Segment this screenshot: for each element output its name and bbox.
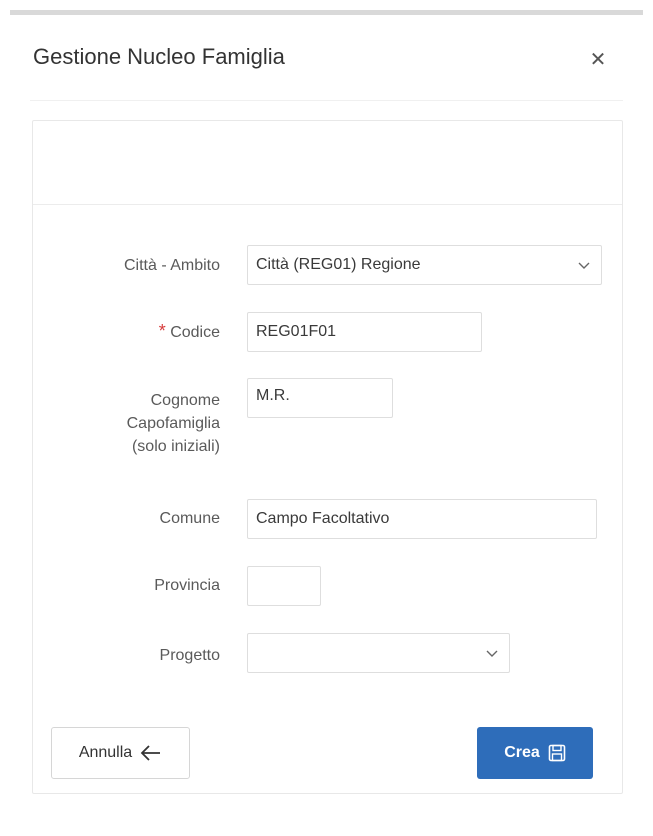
chevron-down-icon xyxy=(486,650,498,657)
card-header xyxy=(33,121,622,205)
close-icon: ✕ xyxy=(589,48,607,71)
cancel-button[interactable]: Annulla xyxy=(51,727,190,779)
progetto-select[interactable] xyxy=(247,633,510,673)
cognome-input[interactable]: M.R. xyxy=(247,378,393,418)
required-marker: * xyxy=(158,321,166,341)
create-button-label: Crea xyxy=(504,744,540,761)
title-separator xyxy=(30,100,623,101)
codice-label: Codice xyxy=(170,324,220,341)
cognome-label-line1: Cognome xyxy=(150,392,220,409)
arrow-left-icon xyxy=(140,745,161,761)
comune-input[interactable]: Campo Facoltativo xyxy=(247,499,597,539)
top-divider xyxy=(10,10,643,15)
window-top-bar xyxy=(0,0,653,15)
cognome-value: M.R. xyxy=(256,387,290,404)
comune-label: Comune xyxy=(159,510,220,527)
citta-ambito-value: Città (REG01) Regione xyxy=(256,256,421,273)
citta-ambito-select[interactable]: Città (REG01) Regione xyxy=(247,245,602,285)
provincia-input[interactable] xyxy=(247,566,321,606)
cognome-label-line2: Capofamiglia xyxy=(126,415,220,432)
chevron-down-icon xyxy=(578,262,590,269)
citta-ambito-label: Città - Ambito xyxy=(123,257,220,274)
codice-value: REG01F01 xyxy=(256,323,337,340)
comune-value: Campo Facoltativo xyxy=(256,510,390,527)
cancel-button-label: Annulla xyxy=(78,744,133,761)
create-button[interactable]: Crea xyxy=(477,727,593,779)
provincia-label: Provincia xyxy=(154,577,220,594)
close-button[interactable]: ✕ xyxy=(585,46,611,72)
save-icon xyxy=(548,744,566,762)
cognome-label-line3: (solo iniziali) xyxy=(131,438,220,455)
codice-input[interactable]: REG01F01 xyxy=(247,312,482,352)
codice-label-group: * Codice xyxy=(20,320,220,344)
dialog-title: Gestione Nucleo Famiglia xyxy=(33,44,285,69)
progetto-label: Progetto xyxy=(159,647,220,664)
cognome-label-group: Cognome Capofamiglia (solo iniziali) xyxy=(20,389,220,458)
